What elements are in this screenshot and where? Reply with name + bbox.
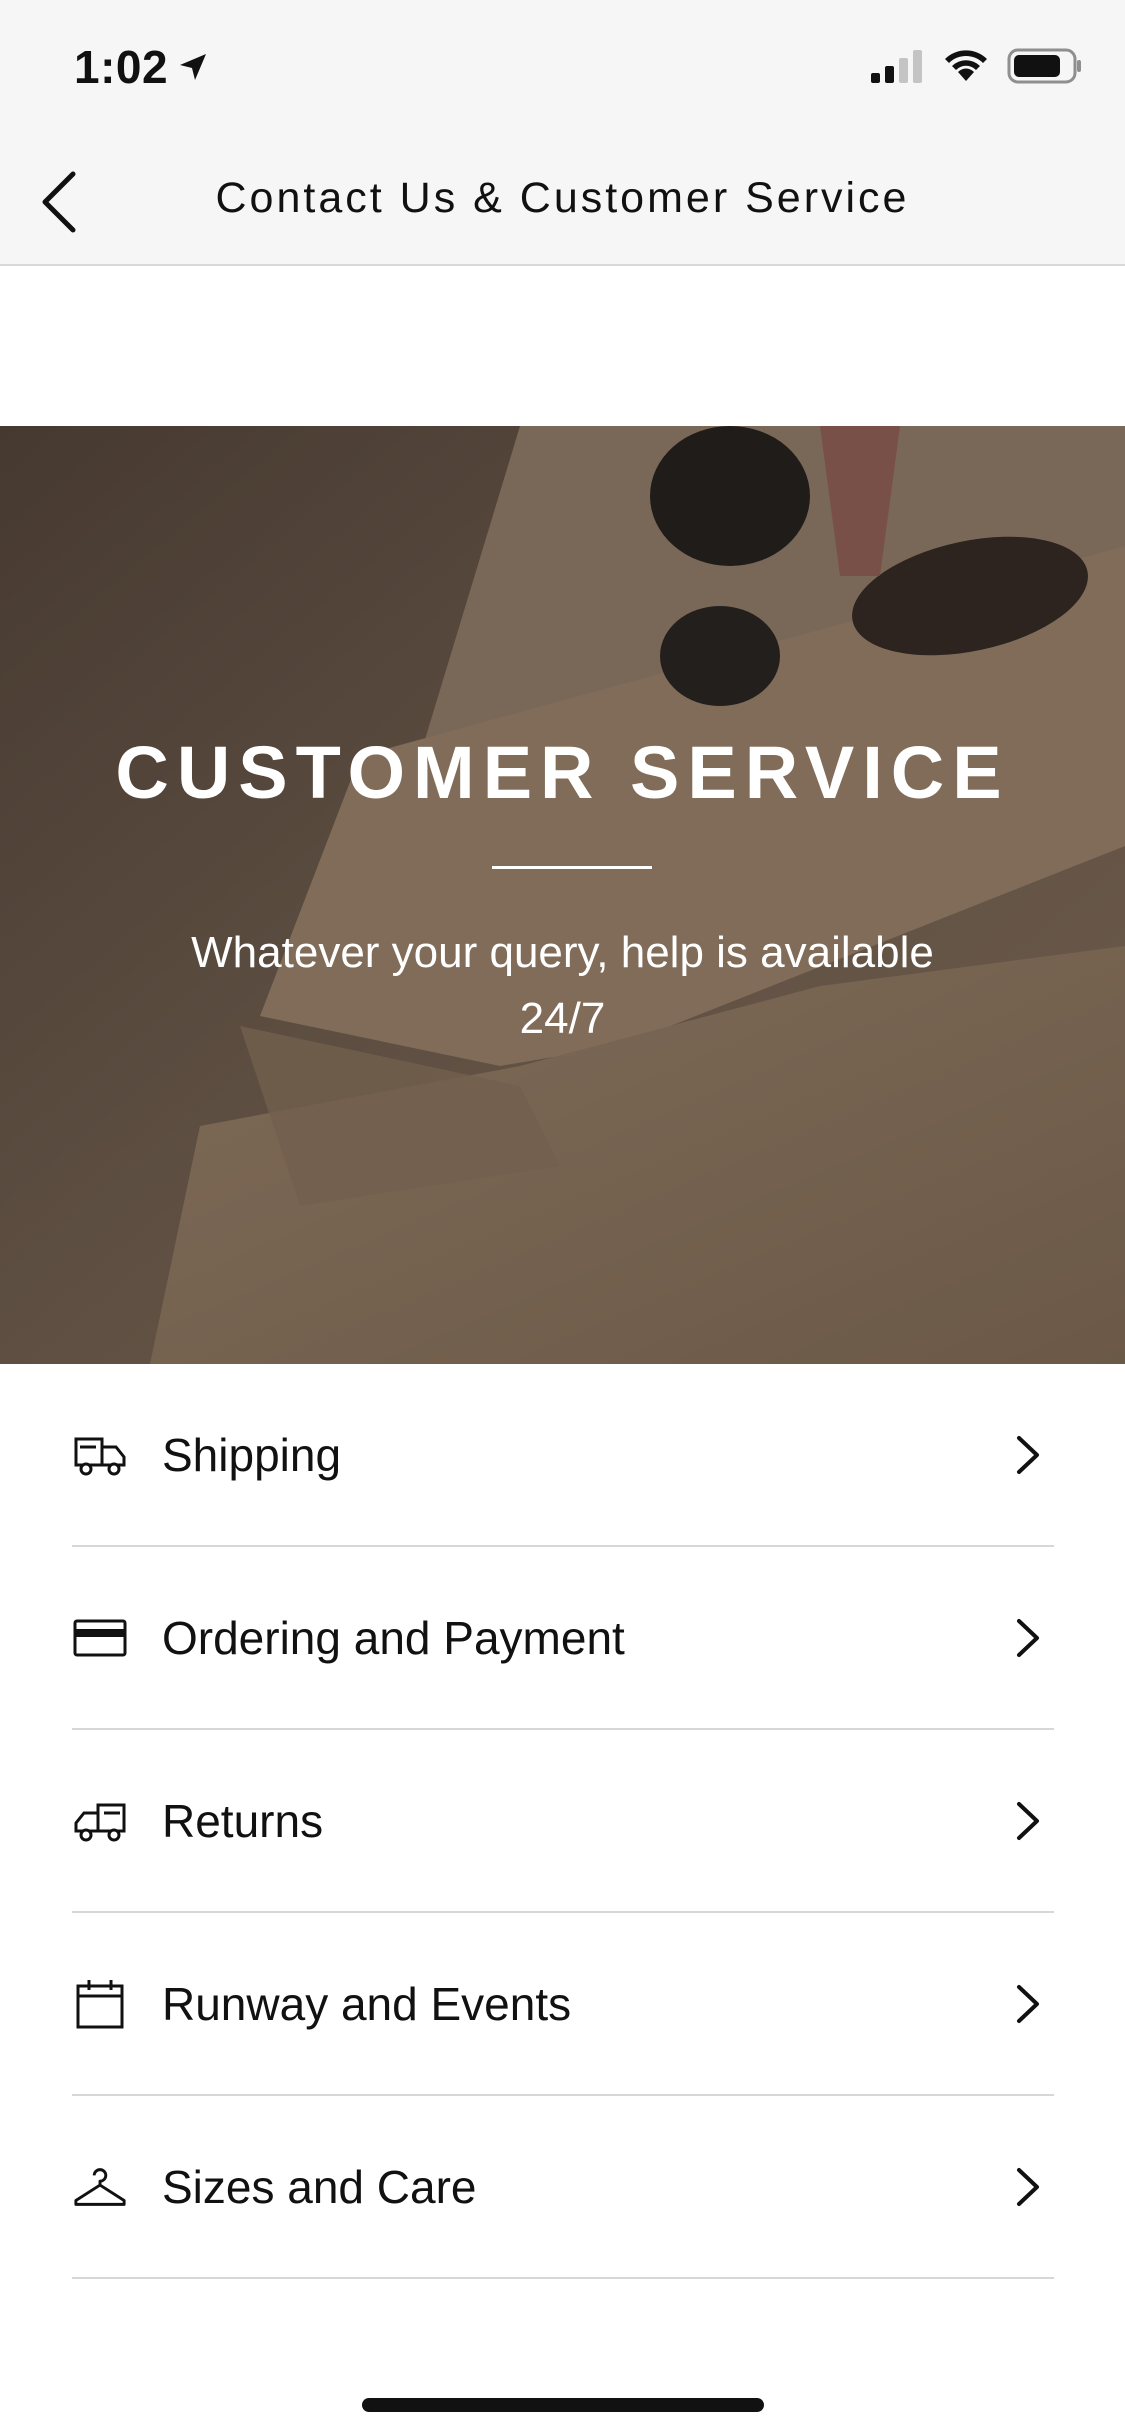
calendar-icon [72,1976,128,2032]
menu-item-returns[interactable]: Returns [72,1730,1054,1913]
chevron-right-icon [1008,2162,1048,2212]
location-arrow-icon [180,54,207,80]
home-indicator[interactable] [362,2398,764,2412]
menu-item-runway-events[interactable]: Runway and Events [72,1913,1054,2096]
credit-card-icon [72,1610,128,1666]
time-text: 1:02 [74,41,169,93]
hero-subtitle: Whatever your query, help is available 2… [191,928,934,1043]
menu-item-label: Sizes and Care [162,2160,477,2213]
menu-item-label: Runway and Events [162,1977,572,2030]
menu-item-sizes-care[interactable]: Sizes and Care [72,2096,1054,2279]
hero-banner: CUSTOMER SERVICE Whatever your query, he… [0,426,1125,1364]
return-truck-icon [72,1793,128,1849]
status-icons [871,48,1083,84]
hero-background-image [0,426,1125,1364]
menu-item-ordering-payment[interactable]: Ordering and Payment [72,1547,1054,1730]
wifi-icon [945,50,987,81]
chevron-right-icon [1008,1979,1048,2029]
status-bar: 1:02 [0,0,1125,132]
service-menu-list: Shipping Ordering and Payment Returns Ru… [72,1364,1054,2279]
menu-item-label: Returns [162,1794,324,1847]
page-title: Contact Us & Customer Service [215,174,910,222]
status-time: 1:02 [74,40,208,94]
hanger-icon [72,2159,128,2215]
chevron-right-icon [1008,1430,1048,1480]
delivery-truck-icon [72,1427,128,1483]
chevron-right-icon [1008,1613,1048,1663]
hero-title: CUSTOMER SERVICE [115,731,1010,814]
menu-item-shipping[interactable]: Shipping [72,1364,1054,1547]
menu-item-label: Shipping [162,1428,342,1481]
cellular-signal-icon [871,50,922,83]
hero-divider [492,866,652,869]
chevron-right-icon [1008,1796,1048,1846]
menu-item-label: Ordering and Payment [162,1611,625,1664]
navigation-bar: Contact Us & Customer Service [0,132,1125,266]
battery-icon [1007,48,1081,84]
